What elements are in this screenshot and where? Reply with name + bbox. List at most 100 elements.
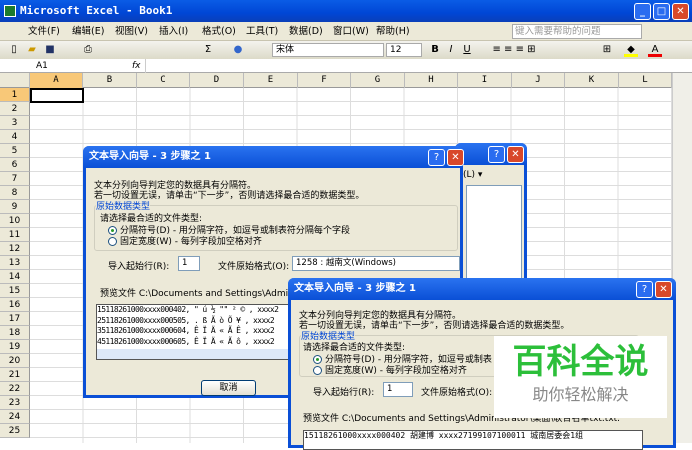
- menu-insert[interactable]: 插入(I): [159, 22, 188, 41]
- column-headers: A B C D E F G H I J K L: [0, 73, 672, 88]
- menu-tools[interactable]: 工具(T): [246, 22, 278, 41]
- cancel-button[interactable]: 取消: [201, 380, 256, 396]
- origin-label: 文件原始格式(O):: [218, 262, 290, 272]
- menu-window[interactable]: 窗口(W): [333, 22, 369, 41]
- column-header[interactable]: H: [405, 73, 458, 88]
- help-button[interactable]: ?: [636, 281, 653, 298]
- active-cell-a1[interactable]: [30, 88, 84, 103]
- preview-row: 15118261000xxxx000402, " ú ½ "" ² © , xx…: [97, 305, 279, 314]
- fixed-width-radio[interactable]: 固定宽度(W) - 每列字段加空格对齐: [108, 234, 262, 247]
- file-origin-select[interactable]: 1258 : 越南文(Windows): [292, 256, 460, 271]
- close-button[interactable]: ✕: [672, 3, 689, 20]
- row-header[interactable]: 2: [0, 102, 30, 116]
- column-header[interactable]: F: [298, 73, 351, 88]
- close-button[interactable]: ✕: [447, 149, 464, 166]
- row-header[interactable]: 15: [0, 284, 30, 298]
- row-header[interactable]: 3: [0, 116, 30, 130]
- row-header[interactable]: 8: [0, 186, 30, 200]
- column-header[interactable]: I: [458, 73, 512, 88]
- help-icon[interactable]: ●: [232, 43, 244, 57]
- row-header[interactable]: 20: [0, 354, 30, 368]
- menu-file[interactable]: 文件(F): [28, 22, 60, 41]
- origin-label: 文件原始格式(O):: [421, 388, 493, 398]
- formula-input[interactable]: [145, 59, 692, 73]
- bold-button[interactable]: B: [430, 43, 440, 57]
- help-search-input[interactable]: 键入需要帮助的问题: [512, 24, 642, 39]
- row-header[interactable]: 21: [0, 368, 30, 382]
- row-header[interactable]: 22: [0, 382, 30, 396]
- align-icons[interactable]: ≡ ≡ ≡ ⊞: [484, 43, 544, 57]
- row-header[interactable]: 13: [0, 256, 30, 270]
- row-header[interactable]: 5: [0, 144, 30, 158]
- column-header[interactable]: C: [137, 73, 190, 88]
- autosum-button[interactable]: Σ: [200, 43, 216, 57]
- font-size-select[interactable]: 12: [386, 43, 422, 57]
- fill-color-icon[interactable]: ◆: [624, 43, 638, 57]
- fx-icon[interactable]: fx: [132, 59, 141, 73]
- column-header[interactable]: B: [83, 73, 137, 88]
- row-header[interactable]: 7: [0, 172, 30, 186]
- preview-label: 预览文件 C:\Documents and Settings\Administ: [100, 289, 305, 299]
- dialog-title: 文本导入向导 - 3 步骤之 1: [89, 151, 211, 162]
- column-header[interactable]: K: [565, 73, 619, 88]
- row-header[interactable]: 6: [0, 158, 30, 172]
- start-row-label: 导入起始行(R):: [108, 262, 170, 272]
- menu-format[interactable]: 格式(O): [202, 22, 236, 41]
- column-header[interactable]: L: [619, 73, 672, 88]
- help-button[interactable]: ?: [428, 149, 445, 166]
- help-button[interactable]: ?: [488, 146, 505, 163]
- menu-view[interactable]: 视图(V): [115, 22, 148, 41]
- menu-data[interactable]: 数据(D): [289, 22, 323, 41]
- underline-button[interactable]: U: [462, 43, 472, 57]
- close-button[interactable]: ✕: [655, 281, 672, 298]
- column-header[interactable]: G: [351, 73, 405, 88]
- menu-help[interactable]: 帮助(H): [376, 22, 410, 41]
- start-row-spinner[interactable]: 1: [383, 382, 413, 397]
- italic-button[interactable]: I: [446, 43, 456, 57]
- row-header[interactable]: 18: [0, 326, 30, 340]
- fixed-width-radio[interactable]: 固定宽度(W) - 每列字段加空格对齐: [313, 363, 467, 376]
- row-header[interactable]: 24: [0, 410, 30, 424]
- row-header[interactable]: 23: [0, 396, 30, 410]
- row-header[interactable]: 10: [0, 214, 30, 228]
- preview-row: 45118261000xxxx000605, Ê Ï Ä « Ã ô , xxx…: [97, 336, 275, 346]
- menu-edit[interactable]: 编辑(E): [72, 22, 104, 41]
- row-header[interactable]: 17: [0, 312, 30, 326]
- horizontal-scrollbar[interactable]: [97, 349, 295, 359]
- preview-row: 15118261000xxxx000402 胡建博 xxxx2719910710…: [304, 431, 584, 440]
- maximize-button[interactable]: □: [653, 3, 670, 20]
- preview-row: 25118261000xxxx000505, . ß Ã ò Õ ¥ , xxx…: [97, 315, 275, 325]
- start-row-spinner[interactable]: 1: [178, 256, 200, 271]
- watermark-logo: 百科全说 助你轻松解决: [494, 336, 667, 418]
- watermark-title: 百科全说: [512, 342, 649, 382]
- preview-box[interactable]: 15118261000xxxx000402 胡建博 xxxx2719910710…: [303, 430, 643, 450]
- row-header[interactable]: 12: [0, 242, 30, 256]
- dialog-title: 文本导入向导 - 3 步骤之 1: [294, 283, 416, 294]
- dialog-fragment-text: (L) ▾: [463, 170, 483, 180]
- new-icon[interactable]: ▯: [8, 43, 20, 57]
- column-header[interactable]: J: [512, 73, 565, 88]
- print-icon[interactable]: ⎙: [82, 43, 94, 57]
- row-header[interactable]: 1: [0, 88, 30, 102]
- borders-icon[interactable]: ⊞: [600, 43, 614, 57]
- name-box[interactable]: A1: [0, 59, 95, 73]
- column-header[interactable]: E: [244, 73, 298, 88]
- save-icon[interactable]: ■: [44, 43, 56, 57]
- row-header[interactable]: 16: [0, 298, 30, 312]
- open-icon[interactable]: ▰: [26, 43, 38, 57]
- column-header[interactable]: A: [30, 73, 83, 88]
- font-color-icon[interactable]: A: [648, 43, 662, 57]
- row-header[interactable]: 11: [0, 228, 30, 242]
- preview-box[interactable]: 15118261000xxxx000402, " ú ½ "" ² © , xx…: [96, 304, 296, 360]
- row-header[interactable]: 4: [0, 130, 30, 144]
- menu-bar: 文件(F) 编辑(E) 视图(V) 插入(I) 格式(O) 工具(T) 数据(D…: [0, 22, 692, 41]
- row-header[interactable]: 25: [0, 424, 30, 438]
- minimize-button[interactable]: _: [634, 3, 651, 20]
- column-header[interactable]: D: [190, 73, 244, 88]
- font-select[interactable]: 宋体: [272, 43, 384, 57]
- row-header[interactable]: 9: [0, 200, 30, 214]
- row-header[interactable]: 19: [0, 340, 30, 354]
- row-header[interactable]: 14: [0, 270, 30, 284]
- close-button[interactable]: ✕: [507, 146, 524, 163]
- preview-row: 35118261000xxxx000604, Ê Ï Ä « Ã Ê , xxx…: [97, 326, 275, 335]
